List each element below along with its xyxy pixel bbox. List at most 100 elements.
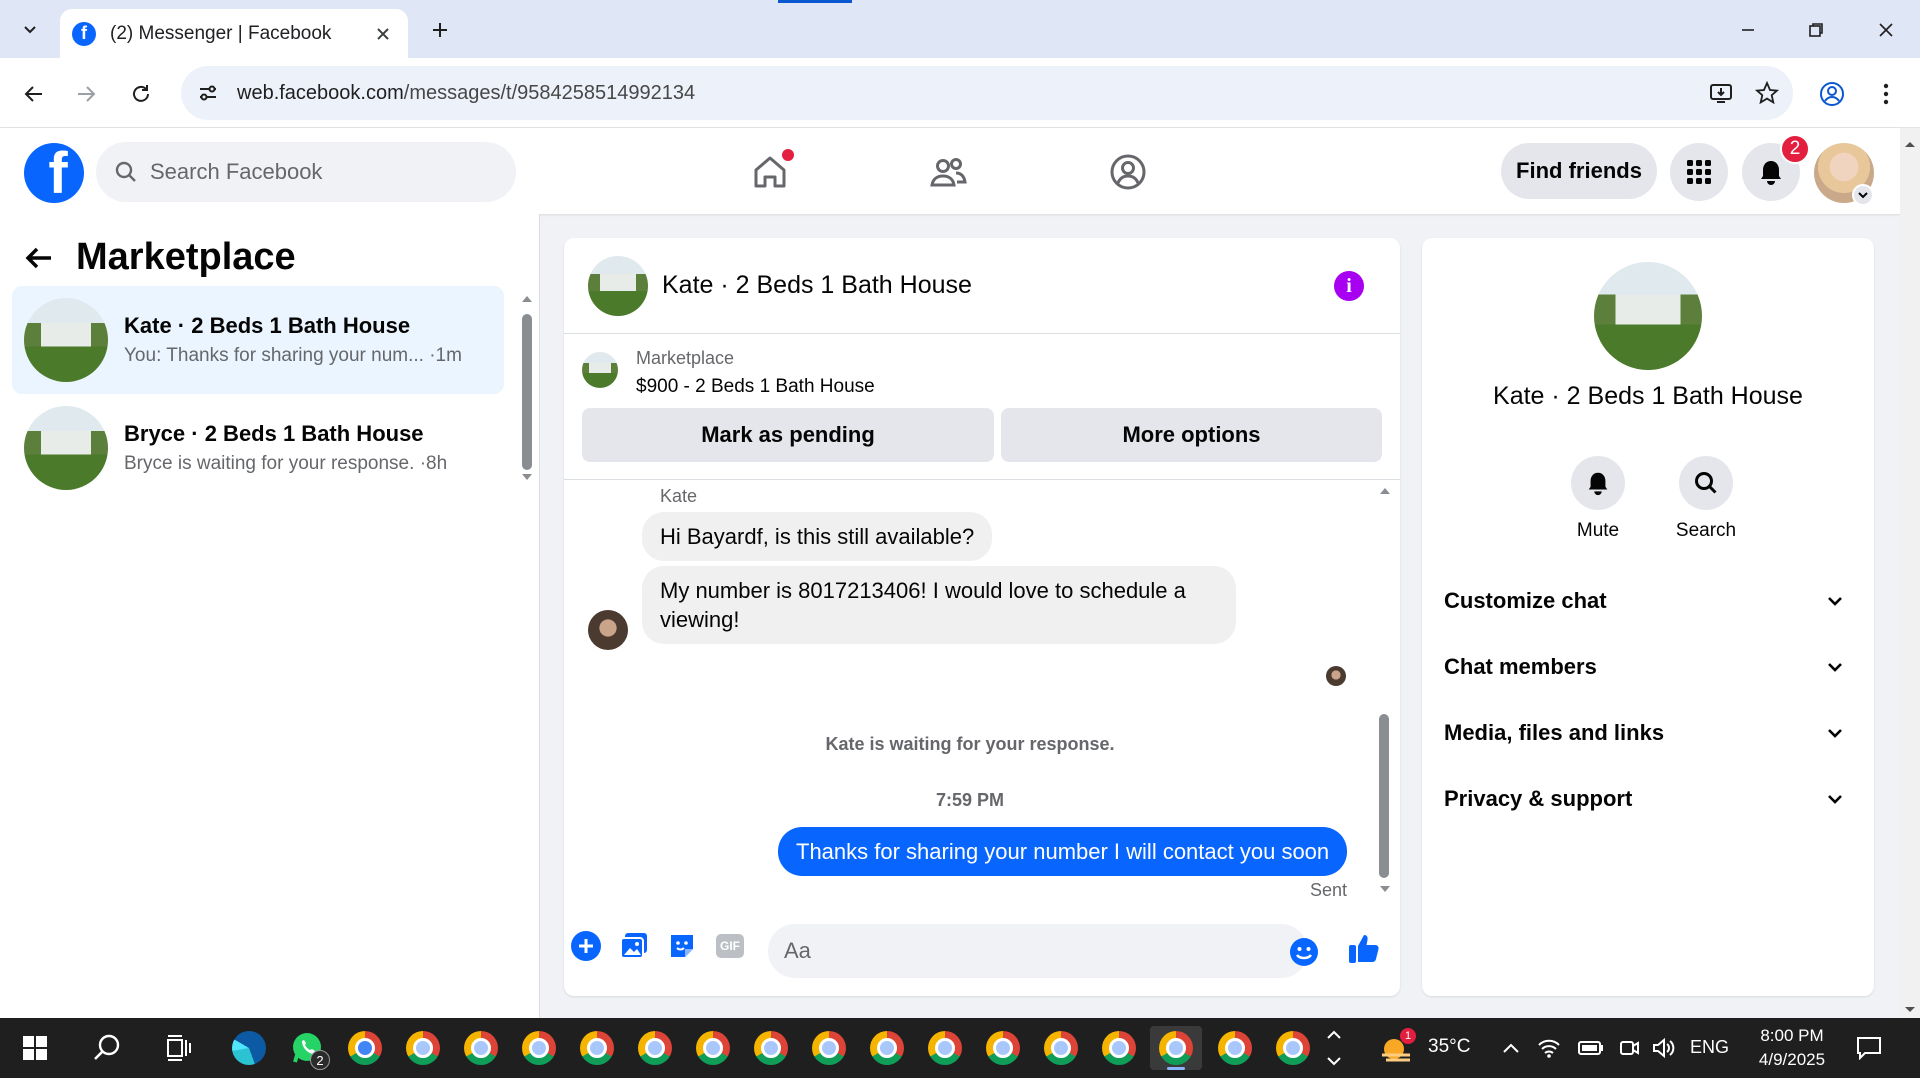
weather-temperature[interactable]: 35°C xyxy=(1428,1036,1470,1058)
menu-button[interactable] xyxy=(1670,143,1728,201)
clock-time[interactable]: 8:00 PM xyxy=(1752,1026,1832,1046)
sender-avatar[interactable] xyxy=(588,610,628,650)
taskbar-whatsapp[interactable]: 2 xyxy=(284,1026,330,1070)
close-window-button[interactable] xyxy=(1864,12,1908,48)
sticker-button[interactable] xyxy=(664,928,700,964)
incoming-message[interactable]: Hi Bayardf, is this still available? xyxy=(642,512,993,561)
taskbar-chrome-active[interactable] xyxy=(1150,1026,1202,1070)
facebook-logo-icon[interactable]: f xyxy=(24,143,84,203)
message-input[interactable] xyxy=(784,938,1244,964)
conversation-item[interactable]: Kate · 2 Beds 1 Bath House You: Thanks f… xyxy=(12,286,504,394)
conversation-item[interactable]: Bryce · 2 Beds 1 Bath House Bryce is wai… xyxy=(12,394,504,502)
incoming-message[interactable]: My number is 8017213406! I would love to… xyxy=(642,566,1236,644)
browser-profile-button[interactable] xyxy=(1812,74,1852,114)
conversation-time: ·1m xyxy=(429,345,462,366)
message-input-wrapper[interactable] xyxy=(768,924,1308,978)
show-hidden-icons-button[interactable] xyxy=(1496,1026,1526,1070)
taskbar-chrome[interactable] xyxy=(632,1026,678,1070)
taskbar-chrome[interactable] xyxy=(1212,1026,1258,1070)
taskbar-chrome[interactable] xyxy=(1270,1026,1316,1070)
listing-title[interactable]: $900 - 2 Beds 1 Bath House xyxy=(636,376,875,398)
network-tray-icon[interactable] xyxy=(1532,1026,1566,1070)
clock-date[interactable]: 4/9/2025 xyxy=(1748,1050,1836,1070)
section-privacy-support[interactable]: Privacy & support xyxy=(1444,772,1852,826)
nav-friends[interactable] xyxy=(920,144,976,200)
details-avatar[interactable] xyxy=(1594,262,1702,370)
section-chat-members[interactable]: Chat members xyxy=(1444,640,1852,694)
scroll-up-icon[interactable] xyxy=(1378,484,1392,496)
taskbar-chrome[interactable] xyxy=(806,1026,852,1070)
info-icon[interactable]: i xyxy=(1334,271,1364,301)
bookmark-button[interactable] xyxy=(1747,73,1787,113)
conversation-list-scroll-thumb[interactable] xyxy=(522,314,532,470)
taskbar-chrome[interactable] xyxy=(690,1026,736,1070)
taskbar-search-button[interactable] xyxy=(84,1026,130,1070)
minimize-button[interactable] xyxy=(1726,12,1770,48)
new-tab-button[interactable] xyxy=(422,12,458,48)
chat-thumbnail[interactable] xyxy=(588,255,648,316)
account-menu-caret[interactable] xyxy=(1852,184,1874,206)
section-customize-chat[interactable]: Customize chat xyxy=(1444,574,1852,628)
volume-tray-icon[interactable] xyxy=(1646,1026,1680,1070)
nav-profile[interactable] xyxy=(1100,144,1156,200)
taskbar-chrome[interactable] xyxy=(922,1026,968,1070)
battery-tray-icon[interactable] xyxy=(1574,1026,1608,1070)
back-button[interactable] xyxy=(14,74,54,114)
more-actions-button[interactable] xyxy=(568,928,604,964)
section-media-files-links[interactable]: Media, files and links xyxy=(1444,706,1852,760)
facebook-search[interactable] xyxy=(96,142,516,202)
mute-action[interactable]: Mute xyxy=(1558,456,1638,542)
message-thread-scroll-thumb[interactable] xyxy=(1379,714,1389,878)
address-bar[interactable]: web.facebook.com/messages/t/958425851499… xyxy=(181,66,1793,120)
conversation-thumbnail xyxy=(24,298,108,382)
taskbar-chrome[interactable] xyxy=(516,1026,562,1070)
taskbar-chrome[interactable] xyxy=(400,1026,446,1070)
notification-center-button[interactable] xyxy=(1846,1026,1892,1070)
mark-as-pending-button[interactable]: Mark as pending xyxy=(582,408,994,462)
taskbar-chrome[interactable] xyxy=(1038,1026,1084,1070)
find-friends-button[interactable]: Find friends xyxy=(1501,143,1657,199)
search-action[interactable]: Search xyxy=(1666,456,1746,542)
gif-button[interactable]: GIF xyxy=(712,928,748,964)
back-arrow-icon[interactable] xyxy=(24,243,54,273)
forward-button[interactable] xyxy=(66,74,106,114)
facebook-search-input[interactable] xyxy=(150,159,490,185)
device-tray-icon[interactable] xyxy=(1612,1026,1646,1070)
input-language[interactable]: ENG xyxy=(1690,1037,1729,1058)
taskbar-chrome[interactable] xyxy=(980,1026,1026,1070)
taskbar-chrome[interactable] xyxy=(574,1026,620,1070)
tab-search-button[interactable] xyxy=(10,10,50,50)
taskbar-chrome[interactable] xyxy=(458,1026,504,1070)
attach-photo-button[interactable] xyxy=(616,928,652,964)
taskbar-overflow-scroll[interactable] xyxy=(1322,1022,1346,1074)
details-name[interactable]: Kate · 2 Beds 1 Bath House xyxy=(1422,382,1874,411)
outgoing-message[interactable]: Thanks for sharing your number I will co… xyxy=(778,827,1348,876)
taskbar-chrome[interactable] xyxy=(342,1026,388,1070)
browser-tab-active[interactable]: f (2) Messenger | Facebook xyxy=(60,9,408,58)
site-info-button[interactable] xyxy=(189,74,227,112)
url-text[interactable]: web.facebook.com/messages/t/958425851499… xyxy=(237,82,1701,105)
install-app-button[interactable] xyxy=(1701,73,1741,113)
mute-button[interactable] xyxy=(1571,456,1625,510)
emoji-button[interactable] xyxy=(1286,934,1322,970)
page-scrollbar[interactable] xyxy=(1900,128,1920,1018)
search-button[interactable] xyxy=(1679,456,1733,510)
thumbs-up-icon xyxy=(1349,935,1379,963)
restore-button[interactable] xyxy=(1794,12,1838,48)
taskbar-chrome[interactable] xyxy=(864,1026,910,1070)
taskbar-edge[interactable] xyxy=(226,1026,272,1070)
whatsapp-badge: 2 xyxy=(310,1050,330,1070)
reload-button[interactable] xyxy=(121,74,161,114)
weather-widget-icon-wrap[interactable]: 1 xyxy=(1374,1026,1420,1070)
chat-title[interactable]: Kate · 2 Beds 1 Bath House xyxy=(662,271,972,300)
more-options-button[interactable]: More options xyxy=(1001,408,1382,462)
taskbar-chrome[interactable] xyxy=(1096,1026,1142,1070)
start-button[interactable] xyxy=(12,1026,58,1070)
task-view-button[interactable] xyxy=(156,1026,202,1070)
browser-menu-button[interactable] xyxy=(1866,74,1906,114)
like-send-button[interactable] xyxy=(1346,930,1382,966)
scroll-down-icon[interactable] xyxy=(1378,884,1392,896)
taskbar-chrome[interactable] xyxy=(748,1026,794,1070)
listing-thumbnail[interactable] xyxy=(582,352,618,388)
tab-close-button[interactable] xyxy=(368,19,398,49)
